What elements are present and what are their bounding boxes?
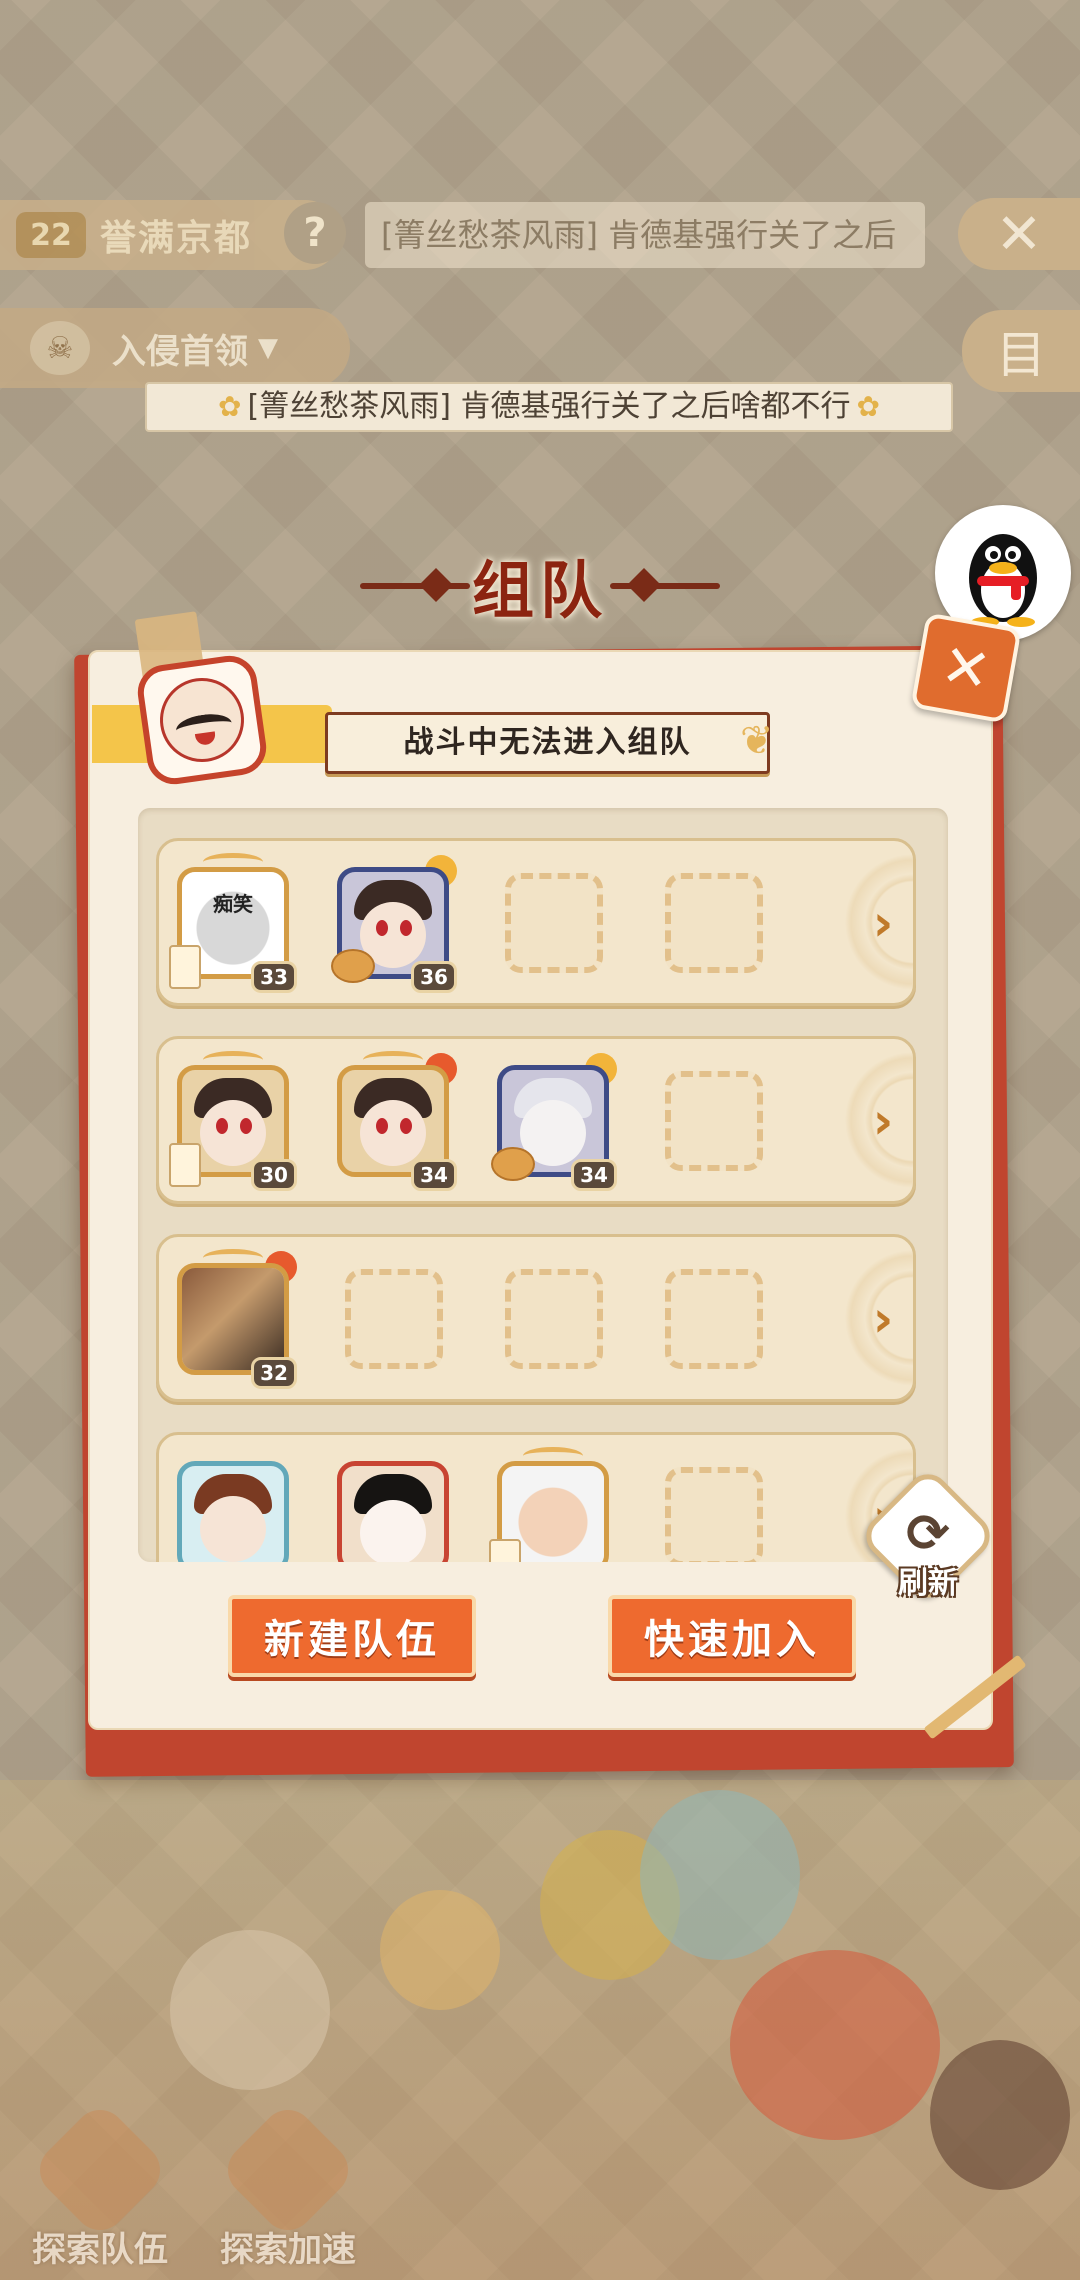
bear-mascot-icon xyxy=(930,2040,1070,2190)
team-row[interactable]: › xyxy=(156,1432,916,1562)
boss-icon: ☠ xyxy=(30,321,90,375)
team-list[interactable]: 痴笑 33 36 › 30 34 34 › 32 › xyxy=(138,808,948,1562)
member-level: 33 xyxy=(251,961,297,993)
scene-decoration xyxy=(640,1790,800,1960)
chevron-right-icon[interactable]: › xyxy=(863,895,903,951)
photo-portrait xyxy=(182,1268,284,1370)
toast-message: 战斗中无法进入组队 xyxy=(325,712,770,774)
flower-icon: ✿ xyxy=(856,390,880,423)
explore-team-icon xyxy=(29,2099,171,2241)
team-member[interactable]: 36 xyxy=(327,855,459,993)
chevron-right-icon[interactable]: › xyxy=(863,1093,903,1149)
title-decoration xyxy=(610,583,720,589)
empty-slot[interactable] xyxy=(487,859,619,991)
team-member[interactable] xyxy=(487,1447,619,1562)
eye xyxy=(240,1118,252,1134)
level-badge: 22 xyxy=(16,212,86,258)
card-icon xyxy=(169,945,201,989)
empty-slot-box xyxy=(505,1269,603,1369)
mooncake-icon xyxy=(331,949,375,983)
member-level: 34 xyxy=(571,1159,617,1191)
close-icon[interactable]: ✕ xyxy=(958,198,1080,270)
empty-slot[interactable] xyxy=(487,1255,619,1387)
player-avatar[interactable] xyxy=(134,652,270,788)
card-icon xyxy=(169,1143,201,1187)
modal-title-bar: 组队 xyxy=(350,540,730,630)
mooncake-icon xyxy=(491,1147,535,1181)
team-row[interactable]: 32 › xyxy=(156,1234,916,1402)
empty-slot[interactable] xyxy=(647,1453,779,1562)
invasion-boss-dropdown[interactable]: ☠ 入侵首领 ▼ xyxy=(0,308,350,388)
team-row[interactable]: 30 34 34 › xyxy=(156,1036,916,1204)
empty-slot[interactable] xyxy=(327,1255,459,1387)
member-portrait xyxy=(337,1461,449,1562)
title-decoration xyxy=(419,568,453,602)
tab-label: 探索队伍 xyxy=(32,2230,168,2270)
team-row[interactable]: 痴笑 33 36 › xyxy=(156,838,916,1006)
explore-speedup-icon xyxy=(217,2099,359,2241)
refresh-label[interactable]: 刷新 xyxy=(882,1558,974,1602)
face xyxy=(200,1496,266,1562)
empty-slot-box xyxy=(665,873,763,973)
empty-slot-box xyxy=(665,1269,763,1369)
empty-slot-box xyxy=(665,1071,763,1171)
new-team-button[interactable]: 新建队伍 xyxy=(228,1595,476,1677)
menu-icon[interactable]: 目 xyxy=(962,310,1080,392)
empty-slot-box xyxy=(665,1467,763,1562)
title-decoration xyxy=(360,583,470,589)
modal-title: 组队 xyxy=(471,554,608,627)
member-level: 36 xyxy=(411,961,457,993)
eye xyxy=(400,920,412,936)
member-level: 34 xyxy=(411,1159,457,1191)
team-member[interactable]: 34 xyxy=(487,1053,619,1191)
bottom-tabs: 探索队伍 探索加速 xyxy=(0,2099,400,2280)
notice-bar: [箐丝愁茶风雨] 肯德基强行关了之后 xyxy=(365,202,925,268)
eye xyxy=(376,1118,388,1134)
team-member[interactable]: 30 xyxy=(167,1051,299,1191)
leaf-icon: ❦ xyxy=(740,718,774,764)
eye xyxy=(376,920,388,936)
boss-label: 入侵首领 xyxy=(112,331,248,372)
modal-close-icon[interactable]: ✕ xyxy=(910,612,1022,724)
scene-decoration xyxy=(380,1890,500,2010)
chevron-right-icon[interactable]: › xyxy=(863,1291,903,1347)
scene-decoration xyxy=(730,1950,940,2140)
portrait-caption: 痴笑 xyxy=(213,892,253,916)
team-member[interactable] xyxy=(167,1453,299,1562)
face xyxy=(360,1100,426,1166)
top-hud: 22 誉满京都 ? [箐丝愁茶风雨] 肯德基强行关了之后 ✕ xyxy=(0,190,1080,280)
flower-icon: ✿ xyxy=(218,390,242,423)
chevron-down-icon: ▼ xyxy=(258,333,278,363)
scene-decoration xyxy=(170,1930,330,2090)
marquee-text: [箐丝愁茶风雨] 肯德基强行关了之后啥都不行 xyxy=(247,389,851,424)
team-member[interactable]: 痴笑 33 xyxy=(167,853,299,993)
explore-team-tab[interactable]: 探索队伍 xyxy=(10,2099,190,2280)
tab-label: 探索加速 xyxy=(220,2230,356,2270)
team-member[interactable]: 34 xyxy=(327,1051,459,1191)
help-icon[interactable]: ? xyxy=(284,202,346,264)
daruma-avatar-icon xyxy=(154,672,250,768)
empty-slot[interactable] xyxy=(647,1255,779,1387)
face xyxy=(200,1100,266,1166)
card-icon xyxy=(489,1539,521,1562)
member-portrait xyxy=(177,1461,289,1562)
empty-slot-box xyxy=(345,1269,443,1369)
empty-slot-box xyxy=(505,873,603,973)
quick-join-button[interactable]: 快速加入 xyxy=(608,1595,856,1677)
face xyxy=(360,1500,426,1562)
member-level: 30 xyxy=(251,1159,297,1191)
eye xyxy=(216,1118,228,1134)
team-member[interactable]: 32 xyxy=(167,1249,299,1389)
explore-speedup-tab[interactable]: 探索加速 xyxy=(198,2099,378,2280)
eye xyxy=(400,1118,412,1134)
stage-name: 誉满京都 xyxy=(100,218,253,259)
empty-slot[interactable] xyxy=(647,859,779,991)
empty-slot[interactable] xyxy=(647,1057,779,1189)
marquee-banner: ✿ [箐丝愁茶风雨] 肯德基强行关了之后啥都不行 ✿ xyxy=(145,382,953,432)
team-member[interactable] xyxy=(327,1453,459,1562)
member-level: 32 xyxy=(251,1357,297,1389)
